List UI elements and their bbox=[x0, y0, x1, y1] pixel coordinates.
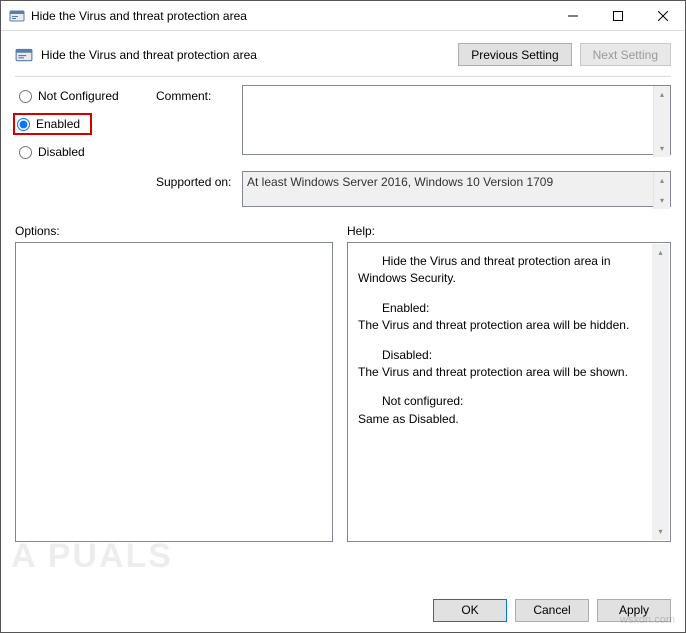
options-label: Options: bbox=[15, 224, 333, 238]
radio-disabled[interactable]: Disabled bbox=[15, 143, 150, 161]
minimize-button[interactable] bbox=[550, 1, 595, 30]
help-enabled-body: The Virus and threat protection area wil… bbox=[358, 318, 629, 332]
radio-disabled-input[interactable] bbox=[19, 146, 32, 159]
supported-scrollbar[interactable]: ▴ ▾ bbox=[653, 172, 670, 209]
cancel-button[interactable]: Cancel bbox=[515, 599, 589, 622]
pane-labels: Options: Help: bbox=[1, 210, 685, 242]
options-pane bbox=[15, 242, 333, 542]
close-button[interactable] bbox=[640, 1, 685, 30]
config-area: Not Configured Enabled Disabled Comment:… bbox=[1, 85, 685, 210]
help-enabled: Enabled: The Virus and threat protection… bbox=[358, 300, 644, 335]
help-disabled-title: Disabled: bbox=[358, 347, 644, 364]
divider bbox=[15, 76, 671, 77]
supported-wrap: ▴ ▾ bbox=[242, 171, 671, 210]
help-label: Help: bbox=[347, 224, 671, 238]
scroll-up-icon: ▴ bbox=[654, 172, 670, 189]
supported-textarea bbox=[242, 171, 671, 207]
scroll-up-icon: ▴ bbox=[654, 86, 670, 103]
help-notconfigured: Not configured: Same as Disabled. bbox=[358, 393, 644, 428]
apply-button[interactable]: Apply bbox=[597, 599, 671, 622]
comment-textarea[interactable] bbox=[242, 85, 671, 155]
help-pane: Hide the Virus and threat protection are… bbox=[347, 242, 671, 542]
scroll-down-icon: ▾ bbox=[654, 192, 670, 209]
window-title: Hide the Virus and threat protection are… bbox=[31, 9, 550, 23]
app-icon bbox=[9, 8, 25, 24]
ok-button[interactable]: OK bbox=[433, 599, 507, 622]
comment-label: Comment: bbox=[156, 85, 236, 103]
radio-not-configured-input[interactable] bbox=[19, 90, 32, 103]
help-nc-body: Same as Disabled. bbox=[358, 412, 459, 426]
policy-header: Hide the Virus and threat protection are… bbox=[1, 31, 685, 72]
state-radios: Not Configured Enabled Disabled bbox=[15, 85, 150, 161]
help-enabled-title: Enabled: bbox=[358, 300, 644, 317]
help-intro: Hide the Virus and threat protection are… bbox=[358, 253, 644, 288]
previous-setting-button[interactable]: Previous Setting bbox=[458, 43, 571, 66]
footer: OK Cancel Apply bbox=[1, 588, 685, 632]
scroll-down-icon: ▾ bbox=[652, 523, 669, 540]
radio-not-configured-label: Not Configured bbox=[38, 89, 119, 103]
titlebar: Hide the Virus and threat protection are… bbox=[1, 1, 685, 31]
radio-enabled-input[interactable] bbox=[17, 118, 30, 131]
help-scrollbar[interactable]: ▴ ▾ bbox=[652, 244, 669, 540]
policy-name: Hide the Virus and threat protection are… bbox=[41, 48, 450, 62]
help-disabled: Disabled: The Virus and threat protectio… bbox=[358, 347, 644, 382]
supported-label: Supported on: bbox=[156, 171, 236, 189]
policy-icon bbox=[15, 46, 33, 64]
maximize-button[interactable] bbox=[595, 1, 640, 30]
radio-enabled[interactable]: Enabled bbox=[15, 115, 90, 133]
help-disabled-body: The Virus and threat protection area wil… bbox=[358, 365, 628, 379]
next-setting-button[interactable]: Next Setting bbox=[580, 43, 671, 66]
comment-wrap: ▴ ▾ bbox=[242, 85, 671, 158]
radio-not-configured[interactable]: Not Configured bbox=[15, 87, 150, 105]
window-controls bbox=[550, 1, 685, 30]
radio-disabled-label: Disabled bbox=[38, 145, 85, 159]
radio-enabled-label: Enabled bbox=[36, 117, 80, 131]
scroll-up-icon: ▴ bbox=[652, 244, 669, 261]
help-nc-title: Not configured: bbox=[358, 393, 644, 410]
watermark-brand: A PUALS bbox=[11, 537, 173, 576]
scroll-down-icon: ▾ bbox=[654, 140, 670, 157]
panes: Hide the Virus and threat protection are… bbox=[1, 242, 685, 542]
comment-scrollbar[interactable]: ▴ ▾ bbox=[653, 86, 670, 157]
